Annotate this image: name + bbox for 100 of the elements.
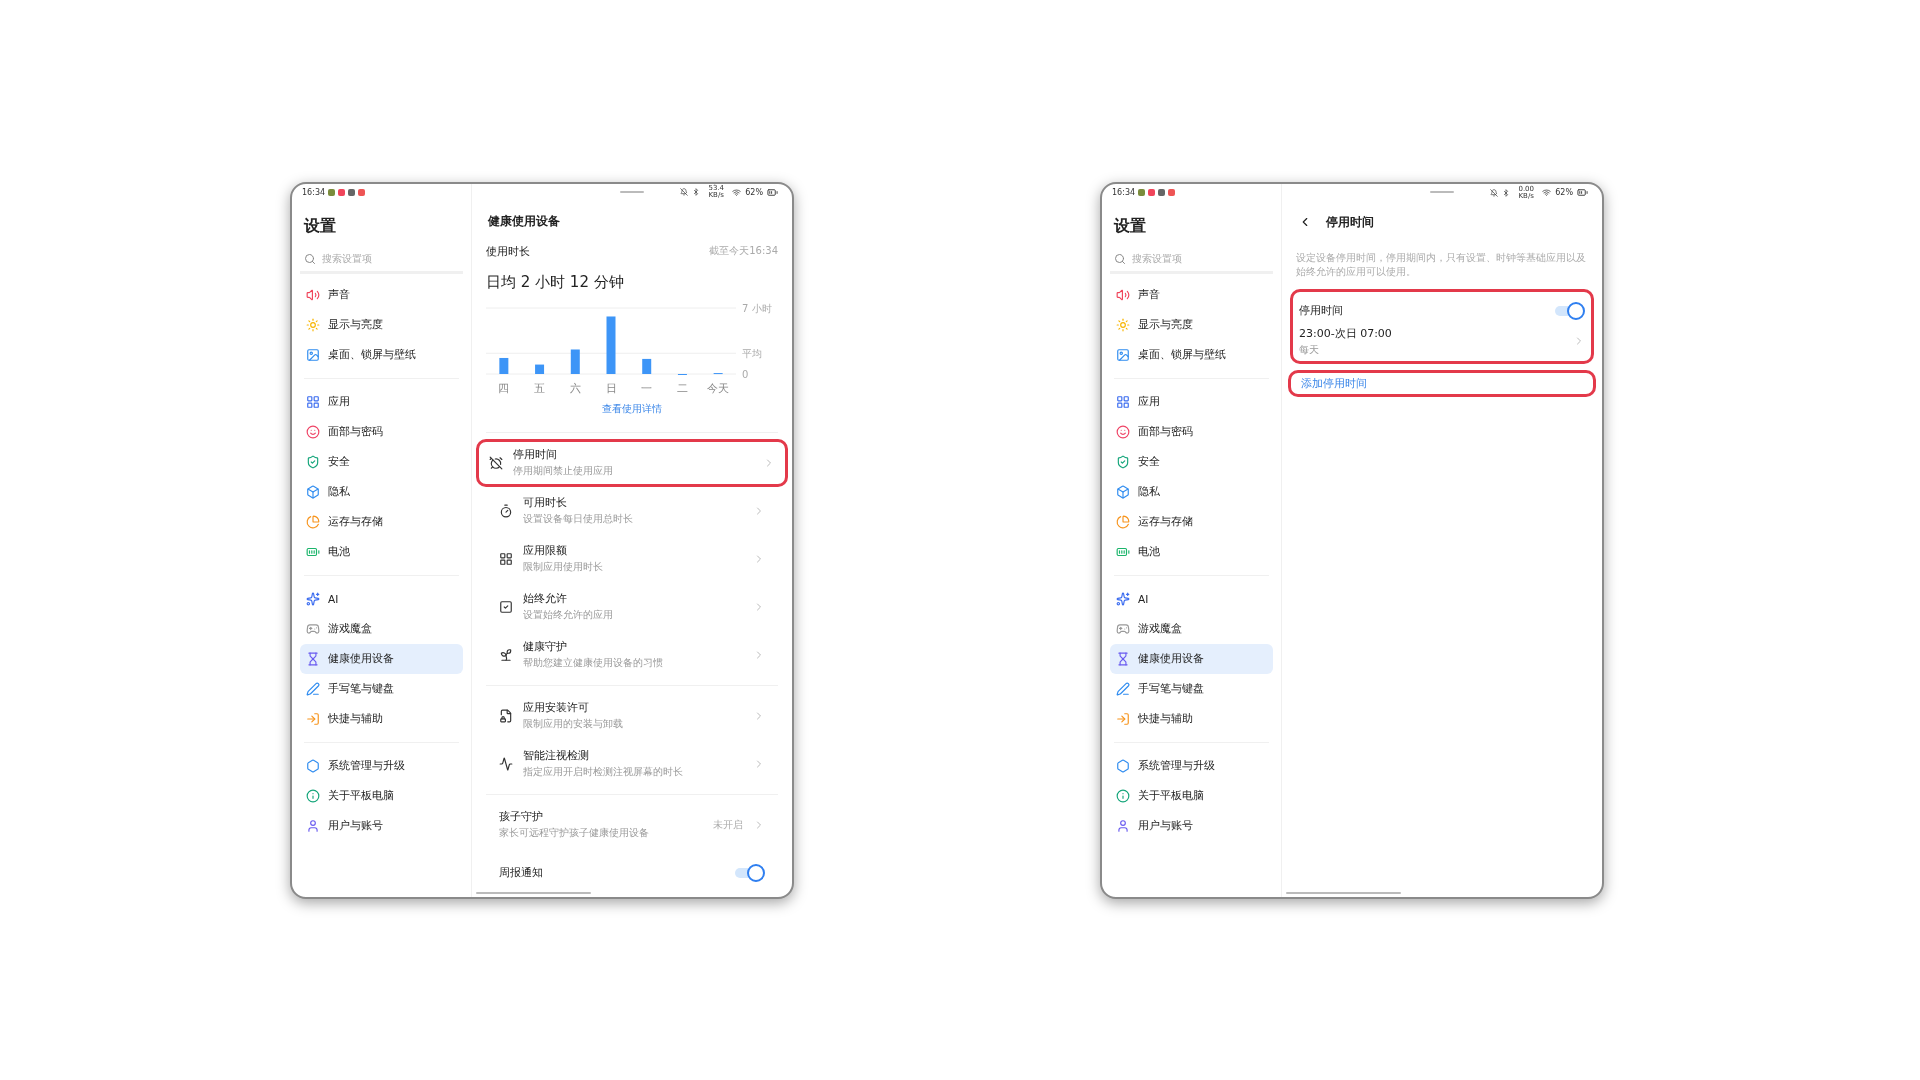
settings-row[interactable]: 应用限额 限制应用使用时长 [486,534,778,583]
details-link[interactable]: 查看使用详情 [602,401,662,416]
settings-row[interactable]: 健康守护 帮助您建立健康使用设备的习惯 [486,630,778,679]
sidebar-item[interactable]: 手写笔与键盘 [1110,673,1273,704]
sidebar-item[interactable]: 应用 [300,386,463,417]
chart-bar [499,357,509,374]
settings-row[interactable]: 始终允许 设置始终允许的应用 [486,582,778,631]
wifi-icon [732,187,742,197]
chart-bar [606,316,616,374]
settings-title: 设置 [304,215,337,237]
settings-row[interactable]: 孩子守护 家长可远程守护孩子健康使用设备 未开启 [486,800,778,849]
chart-bar [535,364,545,374]
sidebar-item[interactable]: 关于平板电脑 [1110,780,1273,811]
timer-icon [499,503,513,518]
sidebar-item[interactable]: 快捷与辅助 [1110,703,1273,734]
sidebar-item[interactable]: 电池 [300,536,463,567]
battery-icon [1577,187,1588,198]
sparkle-icon [306,591,320,606]
sprout-icon [499,647,513,662]
schedule-time[interactable]: 23:00-次日 07:00 [1299,325,1565,341]
arrow-box-icon [306,711,320,726]
sidebar-item[interactable]: 用户与账号 [300,810,463,841]
sidebar-item[interactable]: 安全 [300,446,463,477]
sidebar-item[interactable]: 关于平板电脑 [300,780,463,811]
file-lock-icon [499,708,513,723]
sidebar-item[interactable]: 游戏魔盒 [1110,613,1273,644]
sidebar-item[interactable]: 隐私 [300,476,463,507]
sidebar-item[interactable]: 运存与存储 [300,506,463,537]
drag-handle[interactable] [1430,190,1454,193]
mute-icon [1490,188,1499,197]
sidebar-item[interactable]: 隐私 [1110,476,1273,507]
status-time: 16:34 [1112,188,1136,197]
sidebar-item[interactable]: 安全 [1110,446,1273,477]
status-time: 16:34 [302,188,326,197]
add-downtime-link[interactable]: 添加停用时间 [1288,369,1596,397]
axis-label: 7 小时 [742,302,772,314]
sidebar-item[interactable]: 声音 [300,279,463,310]
axis-label: 日 [605,381,617,395]
face-icon [1116,424,1130,439]
timestamp: 截至今天16:34 [709,244,778,258]
toggle-switch[interactable] [1555,301,1585,320]
page-title: 健康使用设备 [488,212,561,230]
sidebar-item[interactable]: 手写笔与键盘 [300,673,463,704]
grid-icon [1116,394,1130,409]
sidebar-item[interactable]: 桌面、锁屏与壁纸 [1110,339,1273,370]
sidebar-item[interactable]: 桌面、锁屏与壁纸 [300,339,463,370]
sidebar-item[interactable]: 面部与密码 [1110,416,1273,447]
drag-handle[interactable] [620,190,644,193]
hexagon-icon [1116,758,1130,773]
battery-level: 62% [745,187,763,197]
battery-level: 62% [1555,188,1573,197]
pie-icon [1116,514,1130,529]
home-indicator[interactable] [476,891,591,894]
sidebar-item[interactable]: 运存与存储 [1110,506,1273,537]
sidebar-item[interactable]: 电池 [1110,536,1273,567]
toggle-switch[interactable] [735,863,765,882]
settings-title: 设置 [1114,215,1147,237]
description-text: 设定设备停用时间，停用期间内，只有设置、时钟等基础应用以及始终允许的应用可以使用。 [1296,250,1587,279]
average-usage: 日均 2 小时 12 分钟 [486,272,625,292]
page-title: 停用时间 [1326,213,1374,231]
settings-row[interactable]: 可用时长 设置设备每日使用总时长 [486,486,778,535]
sidebar-item[interactable]: 健康使用设备 [300,643,463,674]
home-indicator[interactable] [1286,891,1401,894]
bluetooth-icon [692,188,701,196]
sidebar-item[interactable]: AI [300,583,463,614]
row-value: 未开启 [713,817,743,832]
alarm-off-icon [489,455,503,470]
settings-row[interactable]: 应用安装许可 限制应用的安装与卸载 [486,691,778,740]
gamepad-icon [1116,621,1130,636]
grid-icon [306,394,320,409]
axis-label: 六 [569,381,581,395]
sidebar-item[interactable]: 显示与亮度 [1110,309,1273,340]
sidebar-item[interactable]: 用户与账号 [1110,810,1273,841]
sidebar-item[interactable]: 快捷与辅助 [300,703,463,734]
speaker-icon [306,287,320,302]
sidebar-item[interactable]: 系统管理与升级 [1110,750,1273,781]
shield-icon [306,454,320,469]
settings-row[interactable]: 智能注视检测 指定应用开启时检测注视屏幕的时长 [486,739,778,788]
settings-row[interactable]: 停用时间 停用期间禁止使用应用 [476,438,788,487]
sidebar-item[interactable]: AI [1110,583,1273,614]
sidebar-item[interactable]: 系统管理与升级 [300,750,463,781]
pie-icon [306,514,320,529]
sidebar-item[interactable]: 游戏魔盒 [300,613,463,644]
sidebar-item[interactable]: 应用 [1110,386,1273,417]
grid-icon [499,551,513,566]
axis-label: 一 [641,381,653,395]
sidebar-item[interactable]: 声音 [1110,279,1273,310]
gamepad-icon [306,621,320,636]
face-icon [306,424,320,439]
shield-icon [1116,454,1130,469]
picture-icon [306,347,320,362]
row-label: 停用时间 [1299,303,1344,318]
sidebar-item[interactable]: 面部与密码 [300,416,463,447]
sun-icon [1116,317,1130,332]
sidebar-item[interactable]: 健康使用设备 [1110,643,1273,674]
sparkle-icon [1116,591,1130,606]
axis-label: 五 [534,381,546,395]
sidebar-item[interactable]: 显示与亮度 [300,309,463,340]
axis-label: 平均 [742,347,762,359]
check-square-icon [499,599,513,614]
